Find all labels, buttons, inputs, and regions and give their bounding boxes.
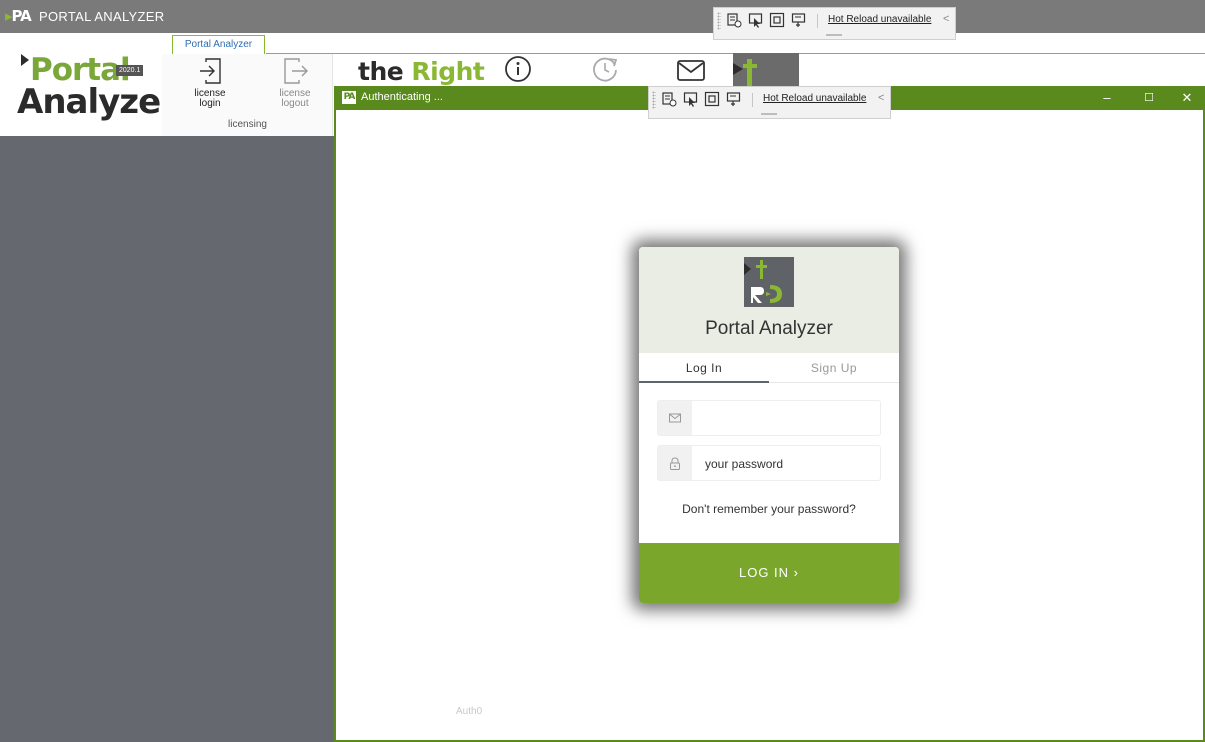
tab-portal-analyzer[interactable]: Portal Analyzer [172,35,265,54]
toolbar-drag-handle[interactable] [826,34,842,36]
brand-version-badge: 2020.1 [116,65,144,76]
update-icon[interactable] [591,55,619,83]
minimize-button[interactable]: – [1089,86,1125,110]
password-icon-box [658,446,692,480]
layout-adorners-icon[interactable] [704,91,720,107]
the-right-logo[interactable]: the Right [358,57,485,86]
license-logout-button[interactable]: license logout [265,56,325,109]
license-login-button[interactable]: license login [180,56,240,109]
auth-window-logo-icon: PA [342,91,356,104]
toolbar-separator [817,14,818,28]
email-icon [669,413,681,423]
mail-icon[interactable] [676,59,706,83]
app-logo-icon: ▸PA [5,7,32,25]
toolbar-grip-icon[interactable] [652,91,656,109]
main-window-title: PORTAL ANALYZER [39,9,165,24]
licensing-group-label: licensing [228,119,267,130]
select-element-icon[interactable] [748,12,764,28]
lock-icon [670,457,680,470]
tright-card-logo-icon [744,257,794,307]
hot-reload-status-link[interactable]: Hot Reload unavailable [828,14,931,25]
login-tabs: Log In Sign Up [639,353,899,383]
email-icon-box [658,401,692,435]
auth0-footer: Auth0 [456,706,483,717]
live-visual-tree-icon[interactable] [726,12,742,28]
brand-triangle-icon [21,54,29,66]
layout-adorners-icon[interactable] [769,12,785,28]
brand-line2: Analyzer [17,82,177,122]
maximize-button[interactable]: ☐ [1131,86,1167,110]
forgot-password-link[interactable]: Don't remember your password? [639,502,899,516]
logout-icon [284,58,308,84]
brand-logo: Portal 2020.1 Analyzer [17,52,177,136]
toolbar-grip-icon[interactable] [717,12,721,30]
info-icon[interactable] [504,55,532,83]
hot-reload-status-link[interactable]: Hot Reload unavailable [763,93,866,104]
toolbar-drag-handle[interactable] [761,113,777,115]
hot-reload-toolbar-auth: Hot Reload unavailable < [648,86,891,119]
tab-sign-up[interactable]: Sign Up [769,361,899,375]
toolbar-separator [752,93,753,107]
login-icon [200,58,221,84]
password-field[interactable]: your password [657,445,881,481]
track-focus-icon[interactable] [726,91,742,107]
active-tab-indicator [639,381,769,383]
tab-log-in[interactable]: Log In [639,361,769,375]
track-focus-icon[interactable] [791,12,807,28]
hot-reload-toolbar-main: Hot Reload unavailable < [713,7,956,40]
close-button[interactable]: ✕ [1169,86,1205,110]
collapse-toolbar-icon[interactable]: < [943,13,949,25]
left-panel [0,136,334,742]
main-title-bar: ▸PA PORTAL ANALYZER [0,0,1205,33]
tright-logo-icon[interactable] [733,53,799,88]
live-visual-tree-icon[interactable] [661,91,677,107]
login-card: Portal Analyzer Log In Sign Up your pass… [639,247,899,603]
select-element-icon[interactable] [683,91,699,107]
licensing-group: license login license logout licensing [162,54,333,137]
collapse-toolbar-icon[interactable]: < [878,92,884,104]
log-in-button[interactable]: LOG IN › [639,543,899,603]
password-placeholder: your password [705,457,784,471]
login-card-header: Portal Analyzer [639,247,899,353]
auth-window-title: Authenticating ... [361,91,443,103]
email-field[interactable] [657,400,881,436]
login-card-app-name: Portal Analyzer [705,318,833,339]
